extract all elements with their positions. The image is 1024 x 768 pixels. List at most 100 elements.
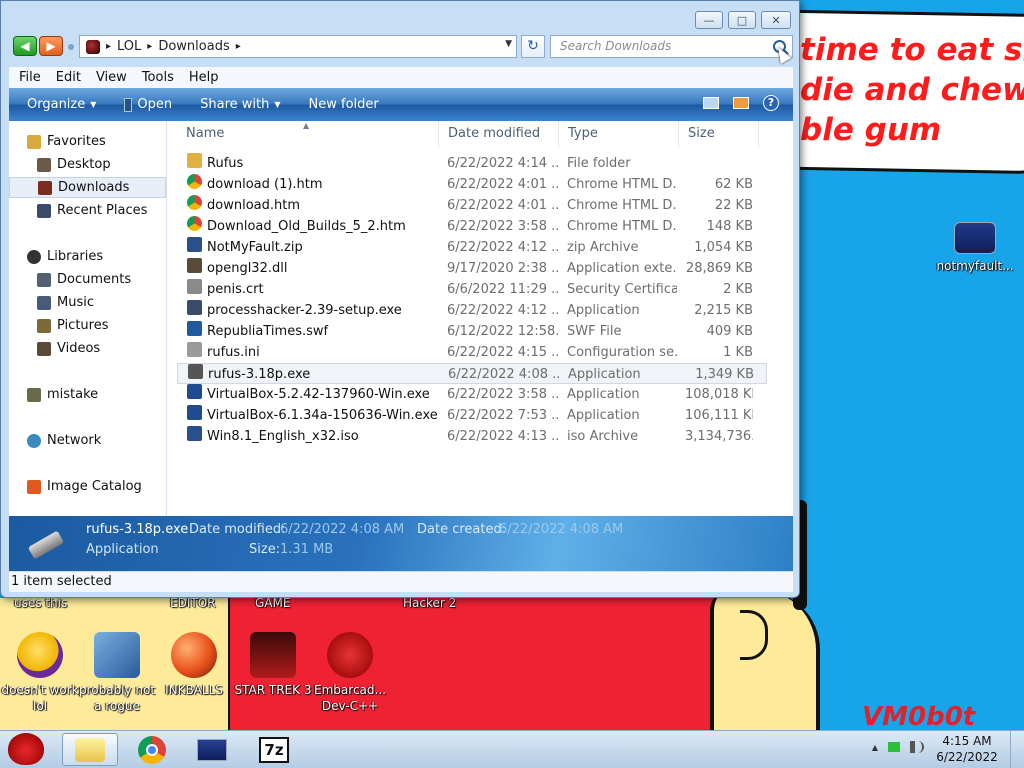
nav-item[interactable]: Desktop — [9, 154, 111, 175]
file-row[interactable]: NotMyFault.zip 6/22/2022 4:12 ... zip Arch… — [177, 237, 767, 258]
file-row[interactable]: Rufus 6/22/2022 4:14 ... File folder — [177, 153, 767, 174]
file-row[interactable]: processhacker-2.39-setup.exe 6/22/2022 4:… — [177, 300, 767, 321]
taskbar-7zip[interactable]: 7z — [246, 733, 302, 766]
chevron-down-icon: ▼ — [274, 100, 281, 109]
nav-item[interactable]: Pictures — [9, 315, 108, 336]
desktop-icon-probably-not-a-rogue[interactable]: probably not a rogue — [78, 632, 156, 714]
ini-icon — [187, 342, 202, 357]
back-button[interactable]: ◀ — [13, 36, 37, 56]
close-button[interactable]: ✕ — [761, 11, 791, 29]
desktop-icon-star-trek[interactable]: STAR TREK 3 — [234, 632, 312, 698]
documents-icon — [37, 272, 51, 287]
taskbar-app-window[interactable] — [184, 733, 240, 766]
star-trek-icon — [250, 632, 296, 678]
recent-pages-dropdown[interactable] — [68, 44, 74, 50]
column-header-size[interactable]: Size — [679, 121, 759, 147]
navigation-pane: Favorites Desktop Downloads Recent Places Li… — [9, 121, 167, 516]
nav-item[interactable]: Network — [9, 430, 101, 451]
file-name: penis.crt — [207, 282, 264, 297]
caption-buttons: — □ ✕ — [695, 11, 791, 29]
nav-item[interactable]: Libraries — [9, 246, 103, 267]
file-row[interactable]: opengl32.dll 9/17/2020 2:38 ... Applicatio… — [177, 258, 767, 279]
file-row[interactable]: Download_Old_Builds_5_2.htm 6/22/2022 3:5… — [177, 216, 767, 237]
file-row[interactable]: RepubliaTimes.swf 6/12/2022 12:58... SWF F… — [177, 321, 767, 342]
breadcrumb-lol[interactable]: LOL — [117, 39, 141, 54]
column-header-date[interactable]: Date modified — [439, 121, 559, 147]
file-row[interactable]: VirtualBox-6.1.34a-150636-Win.exe 6/22/20… — [177, 405, 767, 426]
file-date-modified: 6/22/2022 4:13 ... — [447, 429, 559, 444]
action-center-icon[interactable] — [888, 742, 900, 752]
open-button[interactable]: Open — [124, 97, 172, 112]
clock-date: 6/22/2022 — [936, 750, 998, 764]
content-area: Favorites Desktop Downloads Recent Places Li… — [9, 121, 793, 516]
file-date-modified: 6/22/2022 4:08 ... — [448, 367, 560, 382]
file-size: 1 KB — [723, 345, 753, 360]
desktop-icon-label: probably not a rogue — [78, 683, 156, 713]
file-size: 1,054 KB — [694, 240, 753, 255]
maximize-button[interactable]: □ — [728, 11, 756, 29]
open-label: Open — [137, 97, 173, 112]
recent-places-icon — [37, 203, 51, 218]
preview-pane-icon[interactable] — [733, 97, 749, 109]
file-row[interactable]: download (1).htm 6/22/2022 4:01 ... Chrome… — [177, 174, 767, 195]
change-view-icon[interactable] — [703, 97, 719, 109]
nav-item[interactable]: Image Catalog — [9, 476, 142, 497]
desktop-icon-notmyfault[interactable]: notmyfault... — [936, 222, 1014, 274]
share-with-button[interactable]: Share with ▼ — [200, 97, 280, 112]
show-hidden-icons-button[interactable]: ▲ — [872, 743, 878, 752]
file-size: 2 KB — [723, 282, 753, 297]
desktop-icon-doesnt-work[interactable]: doesn't work lol — [1, 632, 79, 714]
desktop-icon-inkballs[interactable]: INKBALLS — [155, 632, 233, 698]
menu-tools[interactable]: Tools — [142, 70, 174, 85]
file-type: Chrome HTML D... — [567, 177, 677, 192]
refresh-button[interactable]: ↻ — [521, 35, 545, 58]
file-row[interactable]: rufus.ini 6/22/2022 4:15 ... Configuration… — [177, 342, 767, 363]
search-input[interactable]: Search Downloads — [550, 35, 793, 58]
menu-edit[interactable]: Edit — [56, 70, 81, 85]
nav-item[interactable]: Music — [9, 292, 94, 313]
show-desktop-button[interactable] — [1010, 731, 1024, 768]
address-dropdown-icon[interactable]: ▼ — [505, 39, 512, 49]
file-name: rufus.ini — [207, 345, 260, 360]
file-name: NotMyFault.zip — [207, 240, 303, 255]
share-with-label: Share with — [200, 97, 270, 112]
file-row[interactable]: VirtualBox-5.2.42-137960-Win.exe 6/22/202… — [177, 384, 767, 405]
nav-item[interactable]: Videos — [9, 338, 100, 359]
file-type: SWF File — [567, 324, 622, 339]
forward-button[interactable]: ▶ — [39, 36, 63, 56]
volume-icon[interactable] — [910, 741, 924, 753]
nav-item[interactable]: Favorites — [9, 131, 106, 152]
clock[interactable]: 4:15 AM 6/22/2022 — [932, 733, 1002, 765]
start-button[interactable] — [2, 727, 50, 768]
menu-view[interactable]: View — [96, 70, 127, 85]
file-row[interactable]: download.htm 6/22/2022 4:01 ... Chrome HTM… — [177, 195, 767, 216]
nav-item[interactable]: mistake — [9, 384, 98, 405]
help-icon[interactable]: ? — [763, 95, 779, 111]
breadcrumb-downloads[interactable]: Downloads — [158, 39, 229, 54]
clock-time: 4:15 AM — [942, 734, 992, 748]
file-row[interactable]: rufus-3.18p.exe 6/22/2022 4:08 ... Applica… — [177, 363, 767, 384]
file-date-modified: 6/22/2022 4:12 ... — [447, 240, 559, 255]
menu-file[interactable]: File — [19, 70, 41, 85]
nav-item[interactable]: Recent Places — [9, 200, 147, 221]
address-bar[interactable]: ▸ LOL ▸ Downloads ▸ ▼ — [79, 35, 517, 58]
minimize-button[interactable]: — — [695, 11, 723, 29]
desktop-icon-label: INKBALLS — [165, 683, 223, 697]
file-type: Configuration se... — [567, 345, 677, 360]
menu-bar: File Edit View Tools Help — [9, 67, 793, 88]
taskbar-explorer[interactable] — [62, 733, 118, 766]
column-header-type[interactable]: Type — [559, 121, 679, 147]
menu-help[interactable]: Help — [189, 70, 219, 85]
file-row[interactable]: penis.crt 6/6/2022 11:29 ... Security Cert… — [177, 279, 767, 300]
desktop-icon-devcpp[interactable]: Embarcad... Dev-C++ — [311, 632, 389, 714]
file-date-modified: 6/22/2022 4:12 ... — [447, 303, 559, 318]
file-row[interactable]: Win8.1_English_x32.iso 6/22/2022 4:13 ...… — [177, 426, 767, 447]
organize-button[interactable]: Organize ▼ — [27, 97, 96, 112]
file-name: download (1).htm — [207, 177, 323, 192]
nav-item[interactable]: Downloads — [9, 177, 166, 198]
new-folder-button[interactable]: New folder — [309, 97, 379, 112]
taskbar-chrome[interactable] — [124, 733, 180, 766]
file-type: File folder — [567, 156, 631, 171]
nav-item[interactable]: Documents — [9, 269, 131, 290]
details-file-type: Application — [86, 542, 159, 557]
